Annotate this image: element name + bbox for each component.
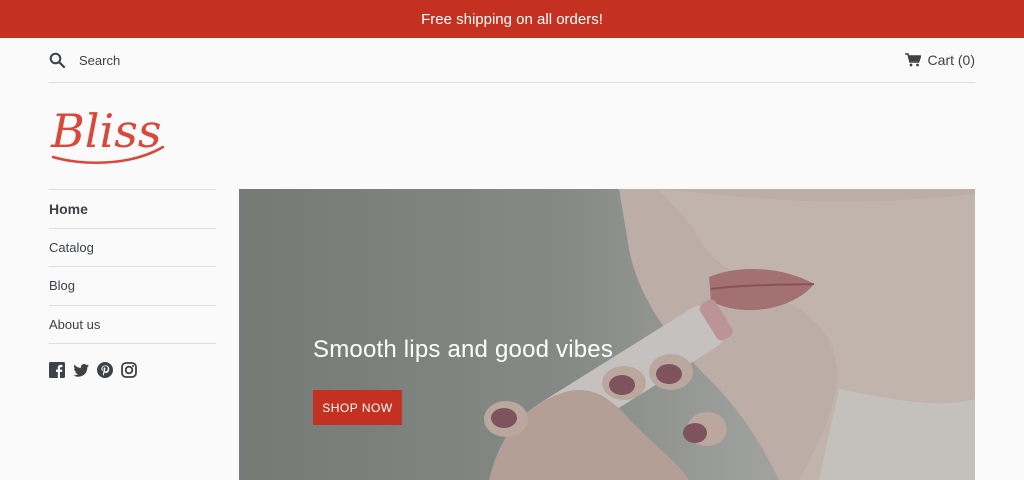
twitter-icon[interactable] bbox=[73, 362, 89, 378]
cart-icon bbox=[904, 53, 921, 67]
hero-overlay bbox=[239, 189, 975, 480]
sidebar-item-home[interactable]: Home bbox=[49, 190, 216, 229]
top-bar: Search Cart (0) bbox=[49, 38, 975, 83]
sidebar-item-about-us[interactable]: About us bbox=[49, 306, 216, 344]
brand-logo[interactable]: Bliss bbox=[49, 103, 169, 167]
shop-now-button[interactable]: SHOP NOW bbox=[313, 390, 402, 425]
svg-text:Bliss: Bliss bbox=[50, 104, 161, 158]
cart-link[interactable]: Cart (0) bbox=[904, 52, 975, 68]
search-link[interactable]: Search bbox=[49, 52, 120, 68]
sidebar-item-label: About us bbox=[49, 316, 101, 332]
social-links bbox=[49, 362, 137, 378]
cart-label: Cart (0) bbox=[927, 52, 975, 68]
sidebar-item-label: Catalog bbox=[49, 239, 94, 255]
pinterest-icon[interactable] bbox=[97, 362, 113, 378]
instagram-icon[interactable] bbox=[121, 362, 137, 378]
sidebar-item-label: Home bbox=[49, 200, 88, 217]
facebook-icon[interactable] bbox=[49, 362, 65, 378]
sidebar-item-blog[interactable]: Blog bbox=[49, 267, 216, 306]
search-label: Search bbox=[79, 52, 121, 68]
hero-title: Smooth lips and good vibes bbox=[313, 336, 614, 363]
sidebar-item-label: Blog bbox=[49, 278, 76, 294]
search-icon bbox=[49, 52, 65, 68]
announcement-text: Free shipping on all orders! bbox=[421, 10, 603, 28]
sidebar-nav: Home Catalog Blog About us bbox=[49, 189, 216, 344]
sidebar-item-catalog[interactable]: Catalog bbox=[49, 229, 216, 267]
hero-banner: Smooth lips and good vibes SHOP NOW bbox=[239, 189, 975, 480]
announcement-bar: Free shipping on all orders! bbox=[0, 0, 1024, 38]
